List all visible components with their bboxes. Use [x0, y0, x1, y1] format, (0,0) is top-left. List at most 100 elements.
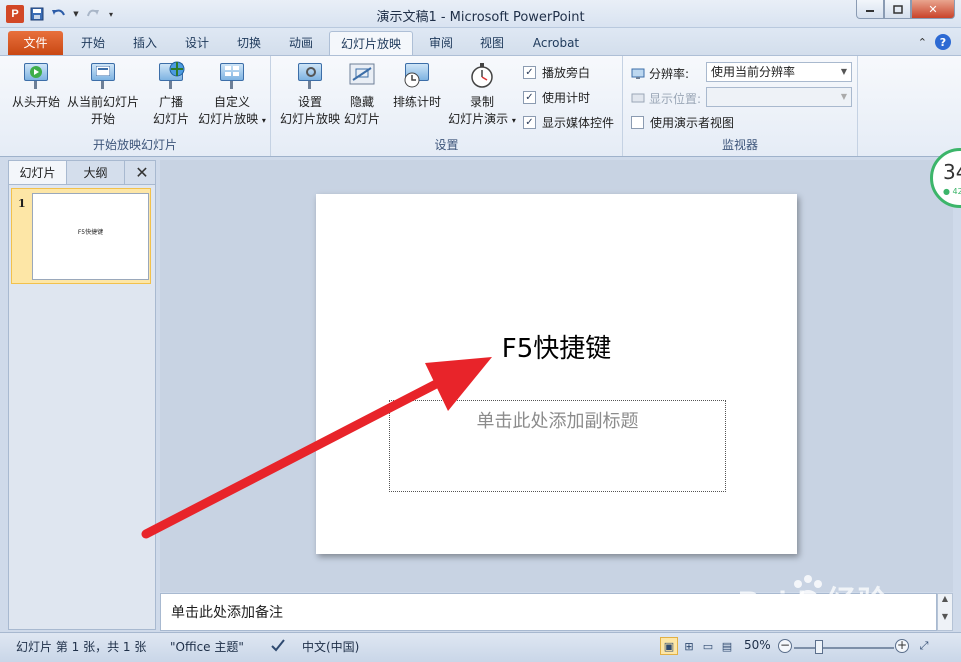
resolution-dropdown[interactable]: 使用当前分辨率 ▼	[706, 62, 852, 82]
rehearse-timings-icon	[402, 60, 432, 90]
monitor-icon	[631, 93, 645, 102]
tab-animations[interactable]: 动画	[276, 31, 326, 55]
status-bar: 幻灯片 第 1 张，共 1 张 "Office 主题" 中文(中国) ▣ ⊞ ▭…	[0, 632, 961, 662]
checkbox-checked[interactable]: ✓	[523, 66, 536, 79]
broadcast-label-2: 幻灯片	[152, 112, 189, 126]
normal-view-icon[interactable]: ▣	[660, 637, 678, 655]
tab-design[interactable]: 设计	[172, 31, 222, 55]
slide-show-view-icon[interactable]: ▤	[718, 637, 736, 655]
group-setup: 设置 幻灯片放映 隐藏 幻灯片 排练计时 录制 幻灯片演示 ▾ ✓ 播放旁白 ✓…	[271, 56, 623, 156]
meter-subvalue: ● 42	[943, 187, 961, 196]
subtitle-placeholder-text: 单击此处添加副标题	[476, 411, 639, 432]
tab-transitions[interactable]: 切换	[224, 31, 274, 55]
slides-panel: 幻灯片 大纲 ✕ 1 F5快捷键	[8, 160, 156, 630]
custom-slide-show-button[interactable]: 自定义 幻灯片放映 ▾	[196, 60, 268, 129]
show-on-dropdown[interactable]: ▼	[706, 87, 852, 107]
window-title: 演示文稿1 - Microsoft PowerPoint	[376, 10, 585, 25]
theme-status[interactable]: "Office 主题"	[170, 638, 244, 655]
notes-placeholder: 单击此处添加备注	[171, 605, 283, 621]
slide-sorter-view-icon[interactable]: ⊞	[680, 637, 698, 655]
tab-file[interactable]: 文件	[8, 31, 63, 55]
tab-outline[interactable]: 大纲	[67, 161, 125, 184]
show-media-controls-checkbox[interactable]: ✓ 显示媒体控件	[523, 114, 614, 131]
show-media-controls-label: 显示媒体控件	[542, 116, 615, 130]
dropdown-arrow-icon: ▼	[840, 92, 847, 101]
slide-thumbnail-selected[interactable]: 1 F5快捷键	[11, 188, 151, 284]
chevron-down-icon: ▾	[511, 116, 516, 125]
play-narrations-label: 播放旁白	[542, 66, 591, 80]
tab-view[interactable]: 视图	[467, 31, 517, 55]
reading-view-icon[interactable]: ▭	[699, 637, 717, 655]
title-bar: P ▼ ▾ 演示文稿1 - Microsoft PowerPoint ✕	[0, 0, 961, 28]
show-on-label: 显示位置:	[631, 90, 701, 107]
zoom-in-button[interactable]: +	[895, 639, 909, 653]
checkbox-unchecked[interactable]	[631, 116, 644, 129]
tab-slide-show[interactable]: 幻灯片放映	[329, 31, 413, 55]
zoom-slider-track[interactable]	[794, 647, 894, 649]
use-timings-label: 使用计时	[542, 91, 591, 105]
group-setup-label: 设置	[434, 138, 459, 152]
minimize-ribbon-icon[interactable]: ⌃	[918, 36, 927, 49]
set-up-label-1: 设置	[297, 95, 322, 109]
zoom-slider-thumb[interactable]	[815, 640, 823, 654]
rehearse-timings-label: 排练计时	[392, 95, 441, 109]
tab-home[interactable]: 开始	[68, 31, 118, 55]
minimize-button[interactable]	[856, 0, 884, 19]
broadcast-slide-show-button[interactable]: 广播 幻灯片	[146, 60, 196, 128]
broadcast-label-1: 广播	[158, 95, 183, 109]
hide-slide-icon	[347, 60, 377, 90]
resolution-label: 分辨率:	[631, 65, 689, 82]
monitor-icon	[631, 68, 645, 79]
from-beginning-icon	[21, 60, 51, 90]
from-current-slide-label-1: 从当前幻灯片	[66, 95, 139, 109]
help-icon[interactable]: ?	[935, 34, 951, 50]
set-up-slide-show-icon	[295, 60, 325, 90]
tab-insert[interactable]: 插入	[120, 31, 170, 55]
ribbon: 从头开始 从当前幻灯片 开始 广播 幻灯片 自定义 幻灯片放映 ▾ 开始放映幻灯…	[0, 55, 961, 157]
set-up-label-2: 幻灯片放映	[279, 112, 340, 126]
close-panel-icon[interactable]: ✕	[129, 161, 155, 184]
baidu-watermark: Baidu经验	[738, 586, 889, 619]
fit-to-window-icon[interactable]: ⤢	[915, 637, 933, 655]
record-slide-show-button[interactable]: 录制 幻灯片演示 ▾	[445, 60, 519, 129]
zoom-level[interactable]: 50%	[744, 638, 771, 652]
custom-slide-show-icon	[217, 60, 247, 90]
from-current-slide-icon	[88, 60, 118, 90]
spell-check-icon[interactable]	[270, 638, 286, 655]
meter-value: 34	[943, 160, 961, 184]
slide-canvas[interactable]: F5快捷键 单击此处添加副标题	[316, 194, 797, 554]
slide-title[interactable]: F5快捷键	[316, 328, 797, 365]
thumbnail-title: F5快捷键	[77, 229, 104, 236]
checkbox-checked[interactable]: ✓	[523, 116, 536, 129]
language-status[interactable]: 中文(中国)	[302, 638, 359, 655]
presenter-view-checkbox[interactable]: 使用演示者视图	[631, 114, 734, 131]
set-up-slide-show-button[interactable]: 设置 幻灯片放映	[275, 60, 345, 128]
hide-slide-button[interactable]: 隐藏 幻灯片	[343, 60, 381, 128]
slide-count-status: 幻灯片 第 1 张，共 1 张	[16, 640, 147, 654]
tab-review[interactable]: 审阅	[416, 31, 466, 55]
checkbox-checked[interactable]: ✓	[523, 91, 536, 104]
dropdown-arrow-icon: ▼	[840, 67, 847, 76]
notes-scrollbar[interactable]: ▲ ▼	[937, 593, 953, 631]
slide-thumbnail[interactable]: F5快捷键	[32, 193, 149, 280]
group-monitors: 分辨率: 使用当前分辨率 ▼ 显示位置: ▼ 使用演示者视图 监视器	[623, 56, 858, 156]
tab-acrobat[interactable]: Acrobat	[522, 31, 590, 55]
slide-number: 1	[18, 197, 26, 210]
rehearse-timings-button[interactable]: 排练计时	[389, 60, 445, 111]
tab-slides[interactable]: 幻灯片	[9, 161, 67, 184]
group-start-label: 开始放映幻灯片	[92, 138, 177, 152]
ribbon-tabs: 文件 开始 插入 设计 切换 动画 幻灯片放映 审阅 视图 Acrobat ⌃ …	[0, 28, 961, 55]
hide-slide-label-2: 幻灯片	[343, 112, 380, 126]
from-beginning-button[interactable]: 从头开始	[6, 60, 66, 111]
from-current-slide-button[interactable]: 从当前幻灯片 开始	[66, 60, 140, 128]
zoom-out-button[interactable]: −	[778, 639, 792, 653]
stopwatch-icon	[467, 60, 497, 90]
maximize-button[interactable]	[884, 0, 911, 19]
chevron-down-icon: ▾	[261, 116, 266, 125]
play-narrations-checkbox[interactable]: ✓ 播放旁白	[523, 64, 590, 81]
subtitle-placeholder[interactable]: 单击此处添加副标题	[389, 400, 726, 492]
use-timings-checkbox[interactable]: ✓ 使用计时	[523, 89, 590, 106]
close-button[interactable]: ✕	[911, 0, 955, 19]
group-start-slide-show: 从头开始 从当前幻灯片 开始 广播 幻灯片 自定义 幻灯片放映 ▾ 开始放映幻灯…	[0, 56, 271, 156]
custom-slide-show-label-1: 自定义	[213, 95, 250, 109]
